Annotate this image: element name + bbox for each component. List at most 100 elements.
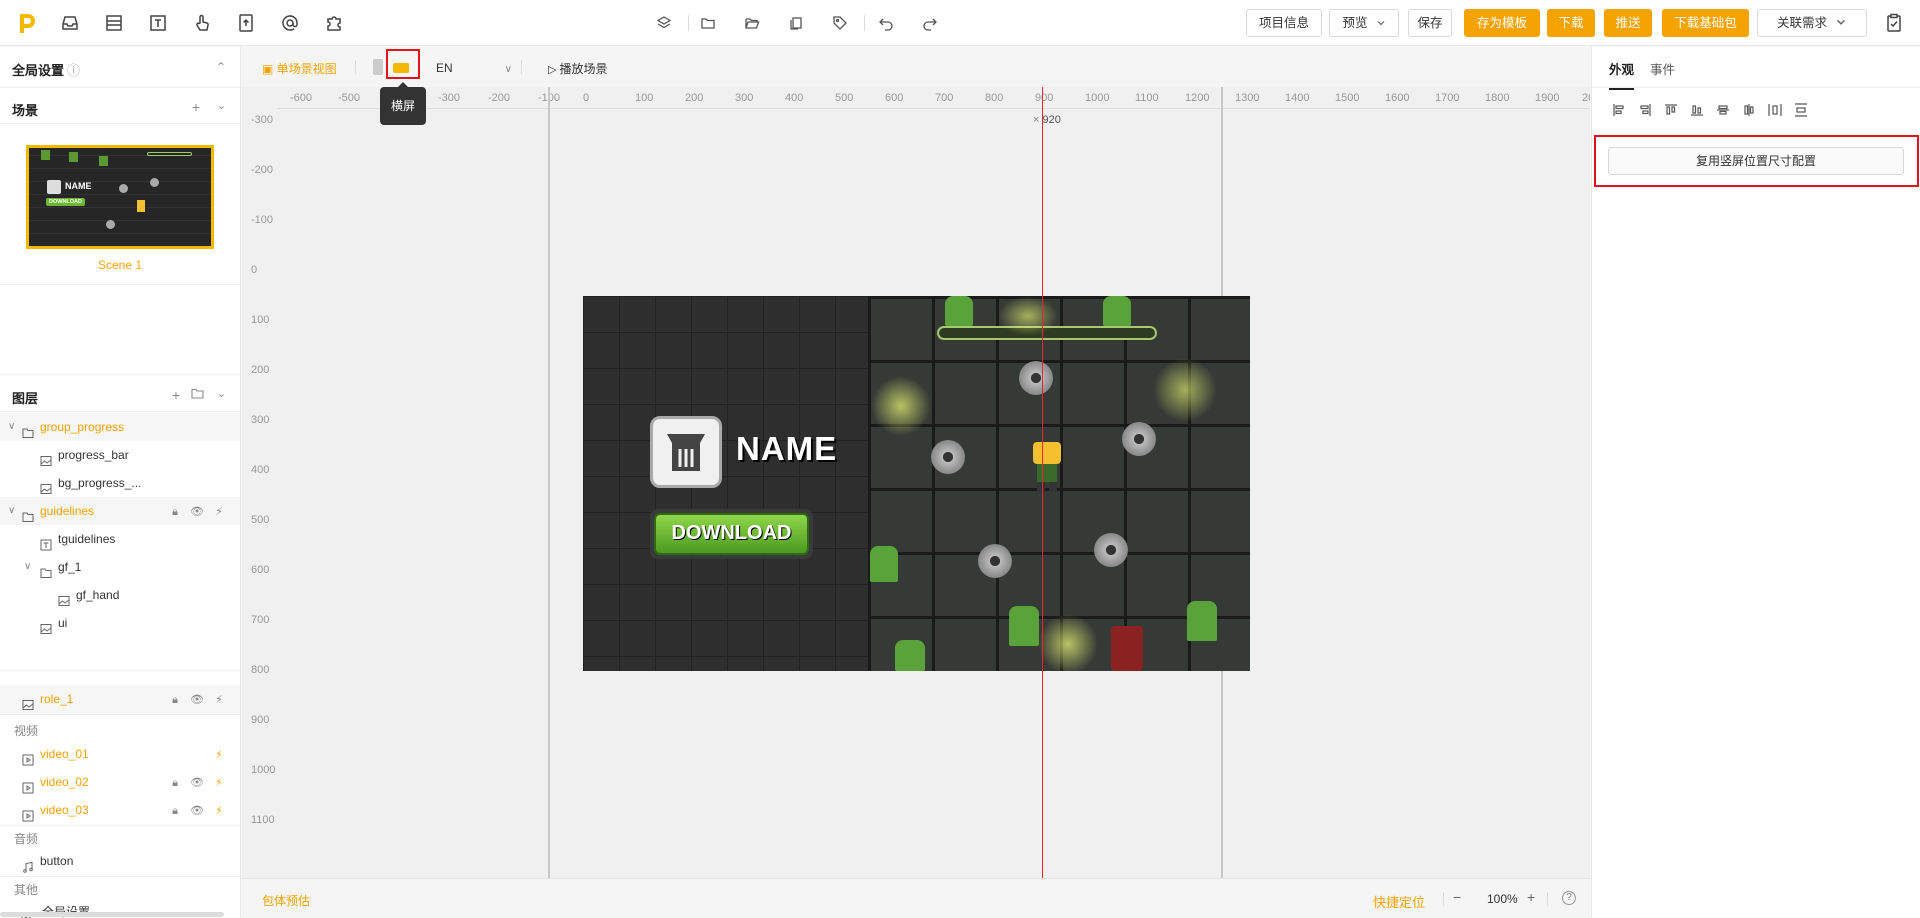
layers-section-title: 图层 — [12, 391, 39, 406]
layers-icon[interactable] — [656, 15, 672, 31]
layer-row-group-progress[interactable]: ∨ group_progress — [0, 413, 240, 441]
folder-open-icon[interactable] — [744, 15, 760, 31]
scene-name-label[interactable]: Scene 1 — [0, 258, 240, 272]
touch-icon[interactable] — [192, 13, 212, 33]
plugin-icon[interactable] — [324, 13, 344, 33]
bolt-icon[interactable]: ⚡︎ — [212, 797, 226, 825]
preview-dropdown[interactable]: 预览 — [1329, 9, 1399, 37]
download-button[interactable]: 下载 — [1547, 9, 1595, 37]
distribute-horizontal-icon[interactable] — [1768, 103, 1782, 117]
download-cta-button[interactable]: DOWNLOAD — [650, 509, 813, 559]
clipboard-check-icon[interactable] — [1884, 13, 1904, 33]
chevron-down-icon: ∨ — [504, 64, 512, 75]
language-select[interactable]: EN ∨ — [436, 61, 512, 75]
saw-icon — [1094, 533, 1128, 567]
collapse-icon[interactable]: ⌃ — [216, 60, 226, 74]
redo-icon[interactable] — [922, 15, 938, 31]
tag-icon[interactable] — [832, 15, 848, 31]
eye-hidden-icon[interactable]: 👁︎ — [190, 686, 204, 714]
guide-line-left[interactable] — [548, 87, 550, 878]
layer-row-gf-hand[interactable]: gf_hand — [0, 581, 240, 609]
portrait-toggle[interactable] — [373, 59, 383, 75]
folder-icon[interactable] — [700, 15, 716, 31]
single-view-button[interactable]: ▣ 单场景视图 — [262, 60, 337, 77]
chevron-down-icon[interactable]: ∨ — [8, 413, 15, 441]
ruler-tick-label: 1200 — [1185, 92, 1210, 104]
zoom-in-button[interactable]: + — [1527, 889, 1535, 905]
tab-appearance[interactable]: 外观 — [1609, 59, 1635, 90]
align-left-icon[interactable] — [1612, 103, 1626, 117]
scene-thumbnail[interactable]: NAME DOWNLOAD — [26, 145, 214, 249]
lock-icon[interactable]: 🔒︎ — [168, 797, 182, 825]
download-base-button[interactable]: 下载基础包 — [1662, 9, 1749, 37]
quick-locate-link[interactable]: 快捷定位 — [1373, 892, 1425, 911]
layer-row-role1[interactable]: role_1 🔒︎ 👁︎ ⚡︎ — [0, 685, 240, 713]
layer-row-gf1[interactable]: ∨ gf_1 — [0, 553, 240, 581]
layer-row-ui[interactable]: ui — [0, 609, 240, 637]
ruler-tick-label: 200 — [251, 364, 270, 376]
layer-row-bg-progress[interactable]: bg_progress_... — [0, 469, 240, 497]
chevron-down-icon[interactable]: ⌄ — [217, 387, 226, 400]
tab-events[interactable]: 事件 — [1650, 59, 1675, 78]
help-icon[interactable]: ? — [1562, 891, 1576, 905]
global-settings-title[interactable]: 全局设置 ⓘ — [12, 60, 80, 79]
save-template-button[interactable]: 存为模板 — [1464, 9, 1540, 37]
bolt-icon[interactable]: ⚡︎ — [212, 498, 226, 526]
logo-icon[interactable] — [16, 11, 38, 35]
save-button[interactable]: 保存 — [1408, 9, 1452, 37]
game-preview[interactable]: NAME DOWNLOAD — [583, 296, 1250, 671]
align-top-icon[interactable] — [1664, 103, 1678, 117]
canvas-statusbar: 包体预估 快捷定位 − 100% + ? — [242, 878, 1590, 918]
play-scene-button[interactable]: ▷ 播放场景 — [548, 60, 608, 77]
upload-file-icon[interactable] — [236, 13, 256, 33]
ruler-tick-label: 400 — [251, 464, 270, 476]
bolt-icon[interactable]: ⚡︎ — [212, 686, 226, 714]
inbox-icon[interactable] — [60, 13, 80, 33]
lock-icon[interactable]: 🔒︎ — [168, 686, 182, 714]
eye-hidden-icon[interactable]: 👁︎ — [190, 797, 204, 825]
add-layer-icon[interactable]: + — [172, 387, 180, 403]
layer-row-progress-bar[interactable]: progress_bar — [0, 441, 240, 469]
layer-row-video-01[interactable]: video_01 ⚡︎ — [0, 740, 240, 768]
eye-hidden-icon[interactable]: 👁︎ — [190, 769, 204, 797]
push-button[interactable]: 推送 — [1604, 9, 1652, 37]
bolt-icon[interactable]: ⚡︎ — [212, 769, 226, 797]
horizontal-scrollbar[interactable] — [0, 912, 224, 917]
chevron-down-icon[interactable]: ∨ — [8, 497, 15, 525]
layer-row-guidelines[interactable]: ∨ guidelines 🔒︎ 👁︎ ⚡︎ — [0, 497, 240, 525]
play-icon: ▷ — [548, 64, 560, 76]
layout-icon[interactable] — [104, 13, 124, 33]
add-folder-icon[interactable] — [191, 388, 204, 399]
landscape-tooltip: 横屏 — [380, 82, 426, 125]
chevron-down-icon[interactable]: ⌄ — [217, 99, 226, 112]
layer-row-video-03[interactable]: video_03 🔒︎ 👁︎ ⚡︎ — [0, 796, 240, 824]
scene-section-title: 场景 — [12, 103, 39, 118]
link-demand-dropdown[interactable]: 关联需求 — [1757, 9, 1867, 37]
layer-label: tguidelines — [58, 532, 116, 546]
align-middle-icon[interactable] — [1716, 103, 1730, 117]
distribute-vertical-icon[interactable] — [1794, 103, 1808, 117]
chevron-down-icon[interactable]: ∨ — [24, 553, 31, 581]
saw-icon — [978, 544, 1012, 578]
zoom-out-button[interactable]: − — [1453, 889, 1461, 905]
copy-icon[interactable] — [788, 15, 804, 31]
bolt-icon[interactable]: ⚡︎ — [212, 741, 226, 769]
add-scene-icon[interactable]: + — [192, 99, 200, 115]
ruler-tick-label: 1100 — [1135, 92, 1159, 104]
image-icon — [40, 617, 52, 634]
eye-hidden-icon[interactable]: 👁︎ — [190, 498, 204, 526]
layer-row-video-02[interactable]: video_02 🔒︎ 👁︎ ⚡︎ — [0, 768, 240, 796]
undo-icon[interactable] — [878, 15, 894, 31]
lock-icon[interactable]: 🔒︎ — [168, 498, 182, 526]
package-estimate-link[interactable]: 包体预估 — [262, 892, 310, 909]
layer-row-audio-button[interactable]: button — [0, 847, 240, 875]
project-info-button[interactable]: 项目信息 — [1246, 9, 1322, 37]
align-right-icon[interactable] — [1638, 103, 1652, 117]
at-icon[interactable] — [280, 13, 300, 33]
lock-icon[interactable]: 🔒︎ — [168, 769, 182, 797]
help-icon[interactable]: ⓘ — [67, 63, 80, 78]
align-bottom-icon[interactable] — [1690, 103, 1704, 117]
align-center-icon[interactable] — [1742, 103, 1756, 117]
layer-row-tguidelines[interactable]: tguidelines — [0, 525, 240, 553]
text-icon[interactable] — [148, 13, 168, 33]
